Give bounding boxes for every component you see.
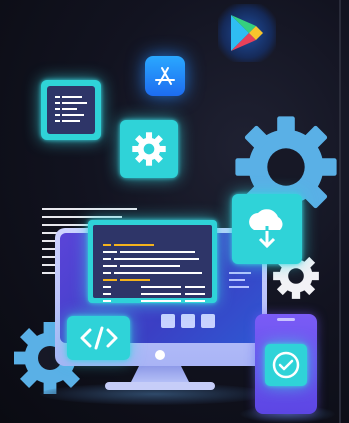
monitor-screen-lines xyxy=(229,272,251,288)
settings-tile[interactable] xyxy=(120,120,178,178)
app-store-tile[interactable] xyxy=(145,56,185,96)
phone-notch xyxy=(277,318,295,321)
code-editor-window xyxy=(88,220,217,303)
play-store-icon xyxy=(231,15,263,51)
play-store-tile[interactable] xyxy=(218,4,276,62)
cloud-download-icon xyxy=(249,209,283,249)
document-code-icon xyxy=(47,86,95,134)
cloud-download-tile[interactable] xyxy=(232,194,302,264)
gear-icon xyxy=(132,132,166,166)
app-store-icon xyxy=(155,67,175,85)
monitor-base xyxy=(105,382,215,390)
code-brackets-icon xyxy=(80,326,117,350)
app-development-illustration xyxy=(0,0,349,423)
verified-tile[interactable] xyxy=(265,344,307,386)
check-badge-icon xyxy=(272,351,300,379)
code-tile[interactable] xyxy=(67,316,130,360)
monitor-screen-squares xyxy=(161,314,215,328)
monitor-power-dot xyxy=(155,350,165,360)
code-editor-screen xyxy=(93,225,212,302)
document-tile[interactable] xyxy=(41,80,101,140)
smartphone xyxy=(255,314,317,414)
